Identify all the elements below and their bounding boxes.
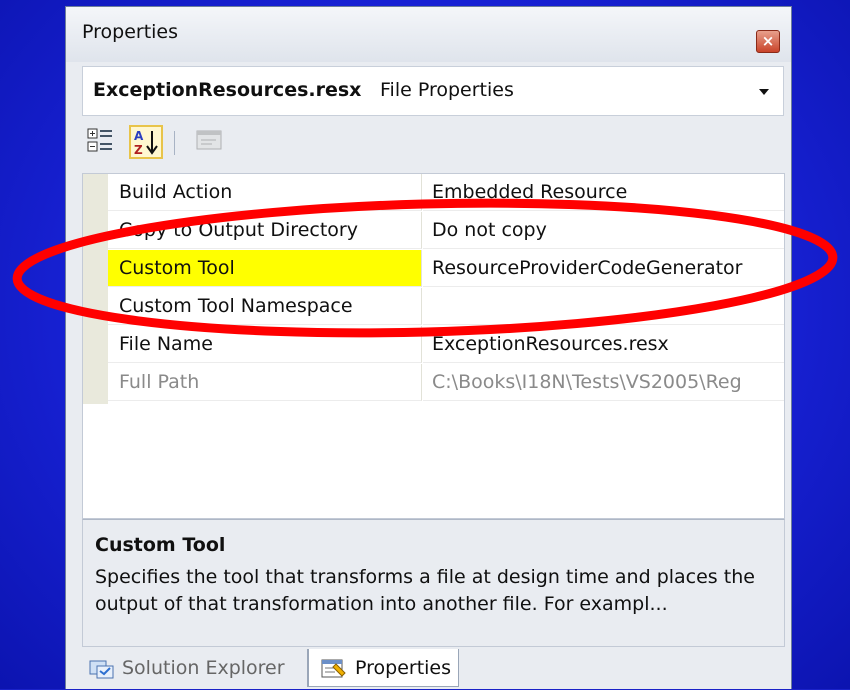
property-row[interactable]: Copy to Output Directory Do not copy xyxy=(108,212,784,250)
property-grid: Build Action Embedded Resource Copy to O… xyxy=(82,173,785,519)
close-icon: × xyxy=(761,32,775,50)
properties-icon xyxy=(321,659,346,678)
toolbar-separator xyxy=(174,131,175,155)
property-row[interactable]: File Name ExceptionResources.resx xyxy=(108,326,784,364)
categorized-button[interactable] xyxy=(86,125,120,159)
object-selector[interactable]: ExceptionResources.resx File Properties xyxy=(82,66,784,116)
object-type: File Properties xyxy=(380,79,514,101)
property-value[interactable]: C:\Books\I18N\Tests\VS2005\Reg xyxy=(423,364,784,401)
property-name: Custom Tool Namespace xyxy=(108,288,422,325)
description-pane: Custom Tool Specifies the tool that tran… xyxy=(82,519,785,647)
properties-window: Properties × ExceptionResources.resx Fil… xyxy=(65,6,792,689)
object-name: ExceptionResources.resx xyxy=(93,79,362,101)
grid-margin xyxy=(83,174,108,404)
property-row-selected[interactable]: Custom Tool ResourceProviderCodeGenerato… xyxy=(108,250,784,288)
svg-text:A: A xyxy=(134,129,144,143)
property-value[interactable]: Embedded Resource xyxy=(423,174,784,211)
window-title: Properties xyxy=(82,21,179,43)
close-button[interactable]: × xyxy=(756,30,780,53)
svg-text:Z: Z xyxy=(134,143,143,157)
solution-explorer-icon xyxy=(89,660,114,679)
property-pages-button[interactable] xyxy=(194,125,228,159)
property-name: Full Path xyxy=(108,364,422,401)
description-text: Specifies the tool that transforms a fil… xyxy=(95,566,755,615)
property-row-readonly[interactable]: Full Path C:\Books\I18N\Tests\VS2005\Reg xyxy=(108,364,784,402)
property-value[interactable]: ResourceProviderCodeGenerator xyxy=(423,250,784,287)
property-name: Build Action xyxy=(108,174,422,211)
property-value[interactable] xyxy=(423,288,784,325)
title-bar: Properties × xyxy=(66,7,791,62)
property-row[interactable]: Build Action Embedded Resource xyxy=(108,174,784,212)
chevron-down-icon[interactable] xyxy=(759,89,769,95)
categorized-icon xyxy=(87,128,112,152)
tab-label: Properties xyxy=(355,657,452,679)
property-pages-icon xyxy=(196,130,222,150)
tab-properties[interactable]: Properties xyxy=(308,649,459,687)
tab-label: Solution Explorer xyxy=(122,657,285,679)
property-value[interactable]: Do not copy xyxy=(423,212,784,249)
tool-window-tabs: Solution Explorer Properties xyxy=(82,649,785,690)
property-value[interactable]: ExceptionResources.resx xyxy=(423,326,784,363)
description-title: Custom Tool xyxy=(95,534,226,556)
property-name: Custom Tool xyxy=(108,250,422,287)
alphabetical-button[interactable]: A Z xyxy=(129,125,163,159)
alphabetical-sort-icon: A Z xyxy=(134,129,158,157)
property-row[interactable]: Custom Tool Namespace xyxy=(108,288,784,326)
property-name: Copy to Output Directory xyxy=(108,212,422,249)
tab-solution-explorer[interactable]: Solution Explorer xyxy=(82,649,308,687)
properties-toolbar: A Z xyxy=(82,119,784,169)
property-name: File Name xyxy=(108,326,422,363)
